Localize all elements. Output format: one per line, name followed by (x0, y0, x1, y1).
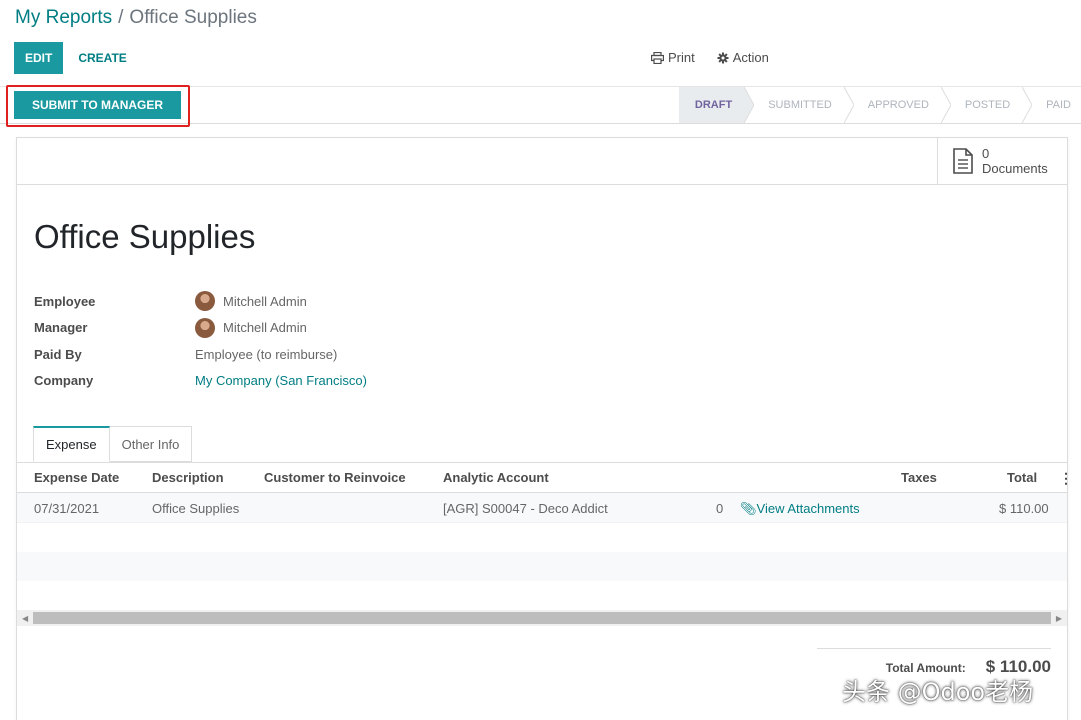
stage-label: PAID (1046, 99, 1071, 111)
manager-name: Mitchell Admin (223, 320, 307, 336)
row-analytic-account: [AGR] S00047 - Deco Addict (443, 501, 608, 516)
field-label: Company (34, 373, 94, 389)
company-link[interactable]: My Company (San Francisco) (195, 373, 367, 388)
print-icon (651, 51, 664, 64)
documents-label: Documents (982, 161, 1048, 176)
column-header-taxes[interactable]: Taxes (901, 470, 937, 485)
form-sheet: 0 Documents Office Supplies Employee Mit… (16, 137, 1073, 720)
empty-row (17, 523, 1067, 552)
avatar (195, 317, 215, 338)
stage-label: DRAFT (694, 99, 733, 111)
scroll-right-icon[interactable]: ▶ (1056, 614, 1062, 623)
notebook-tabs: Expense Other Info (33, 426, 193, 462)
documents-count: 0 (982, 146, 990, 161)
watermark: 头条 @Odoo老杨 (842, 678, 1034, 706)
table-row[interactable]: 07/31/2021 Office Supplies [AGR] S00047 … (17, 493, 1067, 523)
stage-submitted: SUBMITTED (744, 87, 854, 123)
stage-draft: DRAFT (678, 87, 755, 123)
scrollbar-thumb[interactable] (33, 612, 1051, 624)
column-header-customer[interactable]: Customer to Reinvoice (264, 470, 406, 485)
empty-row (17, 581, 1067, 610)
column-header-analytic-account[interactable]: Analytic Account (443, 470, 549, 485)
stage-label: APPROVED (867, 99, 929, 111)
avatar (195, 291, 215, 312)
breadcrumb: My Reports / Office Supplies (15, 7, 257, 29)
breadcrumb-current: Office Supplies (129, 7, 257, 28)
document-icon (953, 148, 973, 174)
stage-pipeline: DRAFT SUBMITTED APPROVED POSTED PAID (678, 87, 1081, 123)
sidebar-actions: Print Action (651, 50, 769, 65)
print-dropdown[interactable]: Print (651, 50, 695, 65)
stage-posted: POSTED (940, 87, 1033, 123)
column-header-description[interactable]: Description (152, 470, 224, 485)
gear-icon (717, 52, 729, 63)
field-label: Manager (34, 320, 88, 336)
stage-label: POSTED (964, 99, 1011, 111)
smart-button-box: 0 Documents (17, 138, 1067, 185)
scroll-left-icon[interactable]: ◀ (22, 614, 28, 623)
optional-columns-toggle-icon[interactable]: ⋮ (1059, 470, 1073, 487)
breadcrumb-parent-link[interactable]: My Reports (15, 7, 112, 28)
employee-value[interactable]: Mitchell Admin (195, 291, 307, 312)
row-total: $ 110.00 (999, 501, 1049, 516)
expense-lines-table: Expense Date Description Customer to Rei… (17, 463, 1073, 610)
field-label: Employee (34, 293, 96, 309)
tab-expense[interactable]: Expense (33, 426, 110, 462)
stage-approved: APPROVED (843, 87, 951, 123)
field-manager: Manager Mitchell Admin (34, 315, 367, 342)
table-header: Expense Date Description Customer to Rei… (17, 463, 1073, 493)
print-label: Print (668, 50, 695, 65)
field-employee: Employee Mitchell Admin (34, 288, 367, 315)
row-description: Office Supplies (152, 501, 240, 516)
empty-row (17, 552, 1067, 581)
row-date: 07/31/2021 (34, 501, 100, 516)
horizontal-scrollbar[interactable]: ◀ ▶ (17, 610, 1067, 626)
stage-label: SUBMITTED (768, 99, 832, 111)
documents-smart-button[interactable]: 0 Documents (937, 138, 1055, 184)
control-panel-buttons: EDIT CREATE (14, 42, 142, 74)
paid-by-value: Employee (to reimburse) (195, 346, 338, 362)
column-header-expense-date[interactable]: Expense Date (34, 470, 119, 485)
view-attachments-button[interactable]: 📎︎View Attachments (740, 501, 860, 517)
action-label: Action (732, 50, 769, 65)
create-button[interactable]: CREATE (63, 42, 141, 74)
tab-other-info[interactable]: Other Info (109, 426, 193, 462)
manager-value[interactable]: Mitchell Admin (195, 317, 307, 338)
field-company: Company My Company (San Francisco) (34, 368, 367, 395)
form-fields: Employee Mitchell Admin Manager Mitchell… (34, 288, 367, 394)
action-dropdown[interactable]: Action (717, 50, 769, 65)
field-paid-by: Paid By Employee (to reimburse) (34, 341, 367, 368)
paperclip-icon: 📎︎ (740, 501, 757, 516)
page-title: Office Supplies (34, 218, 256, 255)
view-attachments-label: View Attachments (756, 501, 860, 516)
submit-to-manager-button[interactable]: SUBMIT TO MANAGER (14, 91, 181, 119)
column-header-total[interactable]: Total (1007, 470, 1037, 485)
edit-button[interactable]: EDIT (14, 42, 64, 74)
field-label: Paid By (34, 346, 82, 362)
row-attachment-count: 0 (716, 501, 724, 516)
breadcrumb-separator: / (118, 7, 124, 28)
employee-name: Mitchell Admin (223, 293, 307, 309)
